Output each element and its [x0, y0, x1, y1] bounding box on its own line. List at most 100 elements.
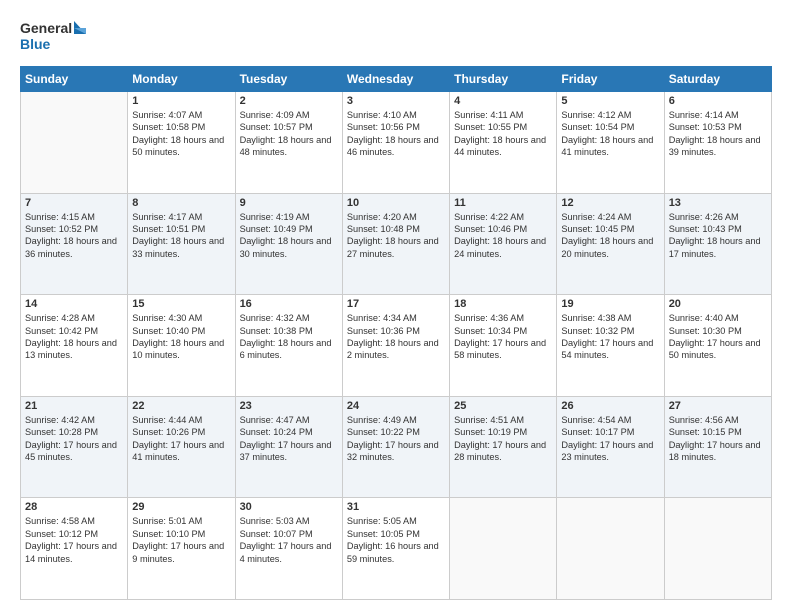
- calendar-cell: 6 Sunrise: 4:14 AMSunset: 10:53 PMDayligh…: [664, 92, 771, 194]
- calendar-cell: 26 Sunrise: 4:54 AMSunset: 10:17 PMDaylig…: [557, 396, 664, 498]
- calendar-cell: [557, 498, 664, 600]
- calendar-cell: 12 Sunrise: 4:24 AMSunset: 10:45 PMDaylig…: [557, 193, 664, 295]
- day-number: 14: [25, 298, 123, 310]
- header: GeneralBlue: [20, 16, 772, 56]
- calendar-cell: 5Sunrise: 4:12 AMSunset: 10:54 PMDayligh…: [557, 92, 664, 194]
- day-number: 18: [454, 298, 552, 310]
- cell-text: Sunrise: 4:15 AMSunset: 10:52 PMDaylight…: [25, 211, 123, 261]
- day-number: 2: [240, 95, 338, 107]
- weekday-header-tuesday: Tuesday: [235, 67, 342, 92]
- week-row-3: 14 Sunrise: 4:28 AMSunset: 10:42 PMDaylig…: [21, 295, 772, 397]
- cell-text: Sunrise: 4:14 AMSunset: 10:53 PMDaylight…: [669, 109, 767, 159]
- calendar-cell: 13Sunrise: 4:26 AMSunset: 10:43 PMDaylig…: [664, 193, 771, 295]
- calendar-cell: [21, 92, 128, 194]
- calendar-cell: 31 Sunrise: 5:05 AMSunset: 10:05 PMDaylig…: [342, 498, 449, 600]
- cell-text: Sunrise: 4:11 AMSunset: 10:55 PMDaylight…: [454, 109, 552, 159]
- weekday-header-friday: Friday: [557, 67, 664, 92]
- calendar-cell: 3 Sunrise: 4:10 AMSunset: 10:56 PMDayligh…: [342, 92, 449, 194]
- cell-text: Sunrise: 4:30 AMSunset: 10:40 PMDaylight…: [132, 312, 230, 362]
- cell-text: Sunrise: 4:51 AMSunset: 10:19 PMDaylight…: [454, 414, 552, 464]
- calendar-cell: 18 Sunrise: 4:36 AMSunset: 10:34 PMDaylig…: [450, 295, 557, 397]
- week-row-4: 21 Sunrise: 4:42 AMSunset: 10:28 PMDaylig…: [21, 396, 772, 498]
- day-number: 15: [132, 298, 230, 310]
- calendar-cell: 22 Sunrise: 4:44 AMSunset: 10:26 PMDaylig…: [128, 396, 235, 498]
- day-number: 12: [561, 197, 659, 209]
- day-number: 9: [240, 197, 338, 209]
- day-number: 13: [669, 197, 767, 209]
- calendar-cell: 9 Sunrise: 4:19 AMSunset: 10:49 PMDayligh…: [235, 193, 342, 295]
- week-row-5: 28 Sunrise: 4:58 AMSunset: 10:12 PMDaylig…: [21, 498, 772, 600]
- day-number: 22: [132, 400, 230, 412]
- calendar-cell: 17Sunrise: 4:34 AMSunset: 10:36 PMDaylig…: [342, 295, 449, 397]
- day-number: 6: [669, 95, 767, 107]
- calendar-cell: 30Sunrise: 5:03 AMSunset: 10:07 PMDaylig…: [235, 498, 342, 600]
- day-number: 11: [454, 197, 552, 209]
- calendar-cell: 23Sunrise: 4:47 AMSunset: 10:24 PMDaylig…: [235, 396, 342, 498]
- calendar-table: SundayMondayTuesdayWednesdayThursdayFrid…: [20, 66, 772, 600]
- day-number: 7: [25, 197, 123, 209]
- calendar-cell: 20 Sunrise: 4:40 AMSunset: 10:30 PMDaylig…: [664, 295, 771, 397]
- calendar-cell: 8Sunrise: 4:17 AMSunset: 10:51 PMDayligh…: [128, 193, 235, 295]
- day-number: 3: [347, 95, 445, 107]
- cell-text: Sunrise: 4:32 AMSunset: 10:38 PMDaylight…: [240, 312, 338, 362]
- day-number: 20: [669, 298, 767, 310]
- cell-text: Sunrise: 4:54 AMSunset: 10:17 PMDaylight…: [561, 414, 659, 464]
- weekday-header-wednesday: Wednesday: [342, 67, 449, 92]
- calendar-cell: 25 Sunrise: 4:51 AMSunset: 10:19 PMDaylig…: [450, 396, 557, 498]
- cell-text: Sunrise: 4:24 AMSunset: 10:45 PMDaylight…: [561, 211, 659, 261]
- week-row-2: 7 Sunrise: 4:15 AMSunset: 10:52 PMDayligh…: [21, 193, 772, 295]
- calendar-cell: 27 Sunrise: 4:56 AMSunset: 10:15 PMDaylig…: [664, 396, 771, 498]
- cell-text: Sunrise: 4:42 AMSunset: 10:28 PMDaylight…: [25, 414, 123, 464]
- page: GeneralBlue SundayMondayTuesdayWednesday…: [0, 0, 792, 612]
- day-number: 27: [669, 400, 767, 412]
- calendar-cell: 14 Sunrise: 4:28 AMSunset: 10:42 PMDaylig…: [21, 295, 128, 397]
- cell-text: Sunrise: 4:20 AMSunset: 10:48 PMDaylight…: [347, 211, 445, 261]
- cell-text: Sunrise: 4:07 AMSunset: 10:58 PMDaylight…: [132, 109, 230, 159]
- calendar-cell: [450, 498, 557, 600]
- calendar-cell: 1 Sunrise: 4:07 AMSunset: 10:58 PMDayligh…: [128, 92, 235, 194]
- day-number: 28: [25, 501, 123, 513]
- day-number: 31: [347, 501, 445, 513]
- calendar-cell: 2 Sunrise: 4:09 AMSunset: 10:57 PMDayligh…: [235, 92, 342, 194]
- cell-text: Sunrise: 4:28 AMSunset: 10:42 PMDaylight…: [25, 312, 123, 362]
- day-number: 23: [240, 400, 338, 412]
- day-number: 25: [454, 400, 552, 412]
- cell-text: Sunrise: 4:19 AMSunset: 10:49 PMDaylight…: [240, 211, 338, 261]
- calendar-cell: 11Sunrise: 4:22 AMSunset: 10:46 PMDaylig…: [450, 193, 557, 295]
- weekday-header-thursday: Thursday: [450, 67, 557, 92]
- day-number: 16: [240, 298, 338, 310]
- day-number: 4: [454, 95, 552, 107]
- day-number: 10: [347, 197, 445, 209]
- cell-text: Sunrise: 5:03 AMSunset: 10:07 PMDaylight…: [240, 515, 338, 565]
- cell-text: Sunrise: 4:56 AMSunset: 10:15 PMDaylight…: [669, 414, 767, 464]
- day-number: 8: [132, 197, 230, 209]
- calendar-cell: 4 Sunrise: 4:11 AMSunset: 10:55 PMDayligh…: [450, 92, 557, 194]
- day-number: 17: [347, 298, 445, 310]
- weekday-header-sunday: Sunday: [21, 67, 128, 92]
- calendar-cell: 21 Sunrise: 4:42 AMSunset: 10:28 PMDaylig…: [21, 396, 128, 498]
- calendar-cell: 10 Sunrise: 4:20 AMSunset: 10:48 PMDaylig…: [342, 193, 449, 295]
- cell-text: Sunrise: 4:36 AMSunset: 10:34 PMDaylight…: [454, 312, 552, 362]
- weekday-header-monday: Monday: [128, 67, 235, 92]
- logo: GeneralBlue: [20, 16, 90, 56]
- day-number: 21: [25, 400, 123, 412]
- cell-text: Sunrise: 4:38 AMSunset: 10:32 PMDaylight…: [561, 312, 659, 362]
- calendar-cell: 15 Sunrise: 4:30 AMSunset: 10:40 PMDaylig…: [128, 295, 235, 397]
- calendar-cell: 7 Sunrise: 4:15 AMSunset: 10:52 PMDayligh…: [21, 193, 128, 295]
- week-row-1: 1 Sunrise: 4:07 AMSunset: 10:58 PMDayligh…: [21, 92, 772, 194]
- cell-text: Sunrise: 4:44 AMSunset: 10:26 PMDaylight…: [132, 414, 230, 464]
- calendar-cell: 28 Sunrise: 4:58 AMSunset: 10:12 PMDaylig…: [21, 498, 128, 600]
- day-number: 26: [561, 400, 659, 412]
- cell-text: Sunrise: 5:01 AMSunset: 10:10 PMDaylight…: [132, 515, 230, 565]
- weekday-header-saturday: Saturday: [664, 67, 771, 92]
- cell-text: Sunrise: 4:09 AMSunset: 10:57 PMDaylight…: [240, 109, 338, 159]
- svg-text:Blue: Blue: [20, 36, 51, 52]
- svg-text:General: General: [20, 20, 72, 36]
- cell-text: Sunrise: 4:10 AMSunset: 10:56 PMDaylight…: [347, 109, 445, 159]
- cell-text: Sunrise: 4:40 AMSunset: 10:30 PMDaylight…: [669, 312, 767, 362]
- day-number: 1: [132, 95, 230, 107]
- cell-text: Sunrise: 4:58 AMSunset: 10:12 PMDaylight…: [25, 515, 123, 565]
- cell-text: Sunrise: 5:05 AMSunset: 10:05 PMDaylight…: [347, 515, 445, 565]
- day-number: 5: [561, 95, 659, 107]
- day-number: 19: [561, 298, 659, 310]
